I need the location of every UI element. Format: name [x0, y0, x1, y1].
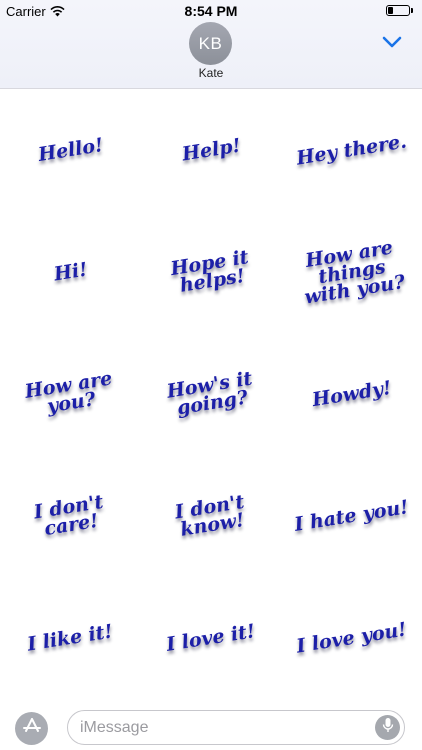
sticker-label: Howdy! — [310, 376, 393, 412]
sticker-i-like-it[interactable]: I like it! — [0, 577, 141, 699]
contact-avatar[interactable]: KB — [189, 22, 232, 65]
sticker-hello[interactable]: Hello! — [0, 89, 141, 211]
sticker-i-dont-know[interactable]: I don't know! — [141, 455, 282, 577]
sticker-label: I don't know! — [173, 490, 246, 541]
sticker-how-are-you[interactable]: How are you? — [0, 333, 141, 455]
sticker-label: I love you! — [295, 618, 409, 658]
sticker-how-are-things[interactable]: How are things with you? — [281, 211, 422, 333]
sticker-grid: Hello! Help! Hey there. Hi! Hope it help… — [0, 89, 422, 699]
status-time: 8:54 PM — [184, 3, 238, 19]
sticker-help[interactable]: Help! — [141, 89, 282, 211]
message-input[interactable] — [80, 711, 360, 744]
sticker-label: Hey there. — [295, 130, 409, 170]
sticker-label: How are things with you? — [302, 236, 407, 309]
app-store-icon — [22, 717, 42, 740]
collapse-button[interactable] — [376, 30, 408, 58]
sticker-label: I don't care! — [32, 490, 106, 541]
sticker-i-hate-you[interactable]: I hate you! — [281, 455, 422, 577]
mic-button[interactable] — [375, 715, 400, 740]
sticker-label: I hate you! — [293, 496, 411, 536]
chevron-down-icon — [382, 35, 402, 53]
status-bar: Carrier 8:54 PM — [0, 0, 422, 22]
sticker-howdy[interactable]: Howdy! — [281, 333, 422, 455]
microphone-icon — [382, 717, 394, 738]
sticker-hope-it-helps[interactable]: Hope it helps! — [141, 211, 282, 333]
sticker-label: How's it going? — [165, 367, 254, 420]
sticker-i-dont-care[interactable]: I don't care! — [0, 455, 141, 577]
contact-name[interactable]: Kate — [0, 66, 422, 80]
sticker-hey-there[interactable]: Hey there. — [281, 89, 422, 211]
message-input-bar — [0, 700, 422, 750]
sticker-label: Hope it helps! — [169, 246, 251, 297]
sticker-label: I love it! — [165, 620, 257, 656]
apps-button[interactable] — [15, 712, 48, 745]
sticker-label: Help! — [180, 134, 242, 166]
sticker-hi[interactable]: Hi! — [0, 211, 141, 333]
battery-icon — [386, 5, 414, 17]
sticker-i-love-it[interactable]: I love it! — [141, 577, 282, 699]
sticker-label: How are you? — [23, 367, 115, 418]
sticker-label: I like it! — [26, 620, 115, 656]
message-field — [67, 710, 405, 745]
sticker-i-love-you[interactable]: I love you! — [281, 577, 422, 699]
sticker-label: Hello! — [36, 134, 105, 166]
sticker-hows-it-going[interactable]: How's it going? — [141, 333, 282, 455]
sticker-label: Hi! — [52, 258, 89, 286]
